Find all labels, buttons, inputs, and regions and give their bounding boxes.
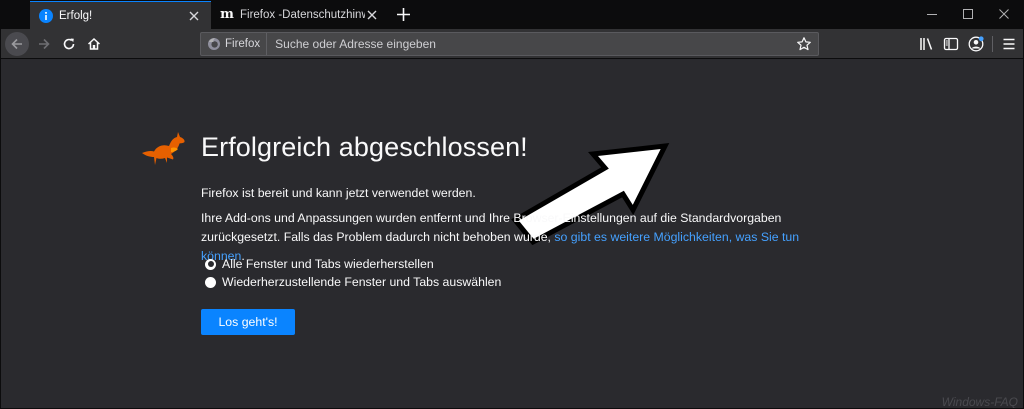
tab-title: Erfolg!	[59, 9, 93, 22]
lets-go-button[interactable]: Los geht's!	[201, 309, 295, 335]
home-icon	[87, 37, 101, 50]
arrow-left-icon	[11, 38, 22, 50]
url-bar[interactable]: Firefox	[200, 32, 819, 56]
identity-label: Firefox	[225, 38, 261, 50]
navigation-toolbar: Firefox	[0, 29, 1024, 59]
tab-privacy[interactable]: m Firefox -Datenschutzhinweis —	[211, 0, 389, 29]
firefox-logo-icon	[208, 38, 220, 50]
address-input[interactable]	[267, 33, 796, 55]
close-window-icon[interactable]	[996, 6, 1012, 22]
choose-restore-label: Wiederherzustellende Fenster und Tabs au…	[222, 275, 502, 289]
firefox-fox-icon	[142, 132, 185, 165]
home-button[interactable]	[82, 32, 106, 56]
library-icon[interactable]	[918, 35, 936, 53]
forward-button[interactable]	[32, 32, 56, 56]
maximize-icon[interactable]	[960, 6, 976, 22]
close-tab-icon[interactable]	[365, 8, 379, 22]
info-icon	[39, 8, 53, 23]
tab-strip: Erfolg! m Firefox -Datenschutzhinweis —	[0, 0, 1024, 29]
tab-title: Firefox -Datenschutzhinweis —	[240, 8, 365, 21]
watermark: Windows-FAQ	[941, 395, 1018, 409]
ready-text: Firefox ist bereit und kann jetzt verwen…	[201, 186, 476, 200]
sidebar-icon[interactable]	[942, 35, 960, 53]
new-tab-plus-icon[interactable]	[395, 6, 412, 23]
bookmark-star-icon[interactable]	[796, 36, 812, 52]
restore-all-label: Alle Fenster und Tabs wiederherstellen	[222, 257, 434, 271]
back-button[interactable]	[5, 32, 29, 56]
page-title: Erfolgreich abgeschlossen!	[201, 132, 528, 162]
radio-checked[interactable]	[205, 258, 216, 270]
reload-button[interactable]	[57, 32, 81, 56]
close-tab-icon[interactable]	[187, 9, 201, 23]
reload-icon	[63, 38, 75, 50]
minimize-icon[interactable]	[924, 6, 940, 22]
account-icon[interactable]	[967, 35, 985, 53]
identity-box[interactable]: Firefox	[201, 33, 268, 55]
page-content: Erfolgreich abgeschlossen! Firefox ist b…	[0, 60, 1024, 409]
radio-unchecked[interactable]	[205, 276, 216, 288]
toolbar-separator	[992, 36, 993, 52]
tab-erfolg[interactable]: Erfolg!	[30, 0, 211, 29]
restore-all-option[interactable]: Alle Fenster und Tabs wiederherstellen	[205, 257, 434, 271]
mozilla-favicon-icon: m	[220, 6, 234, 22]
arrow-right-icon	[39, 38, 50, 50]
hamburger-menu-icon[interactable]	[1000, 35, 1018, 53]
choose-restore-option[interactable]: Wiederherzustellende Fenster und Tabs au…	[205, 275, 501, 289]
